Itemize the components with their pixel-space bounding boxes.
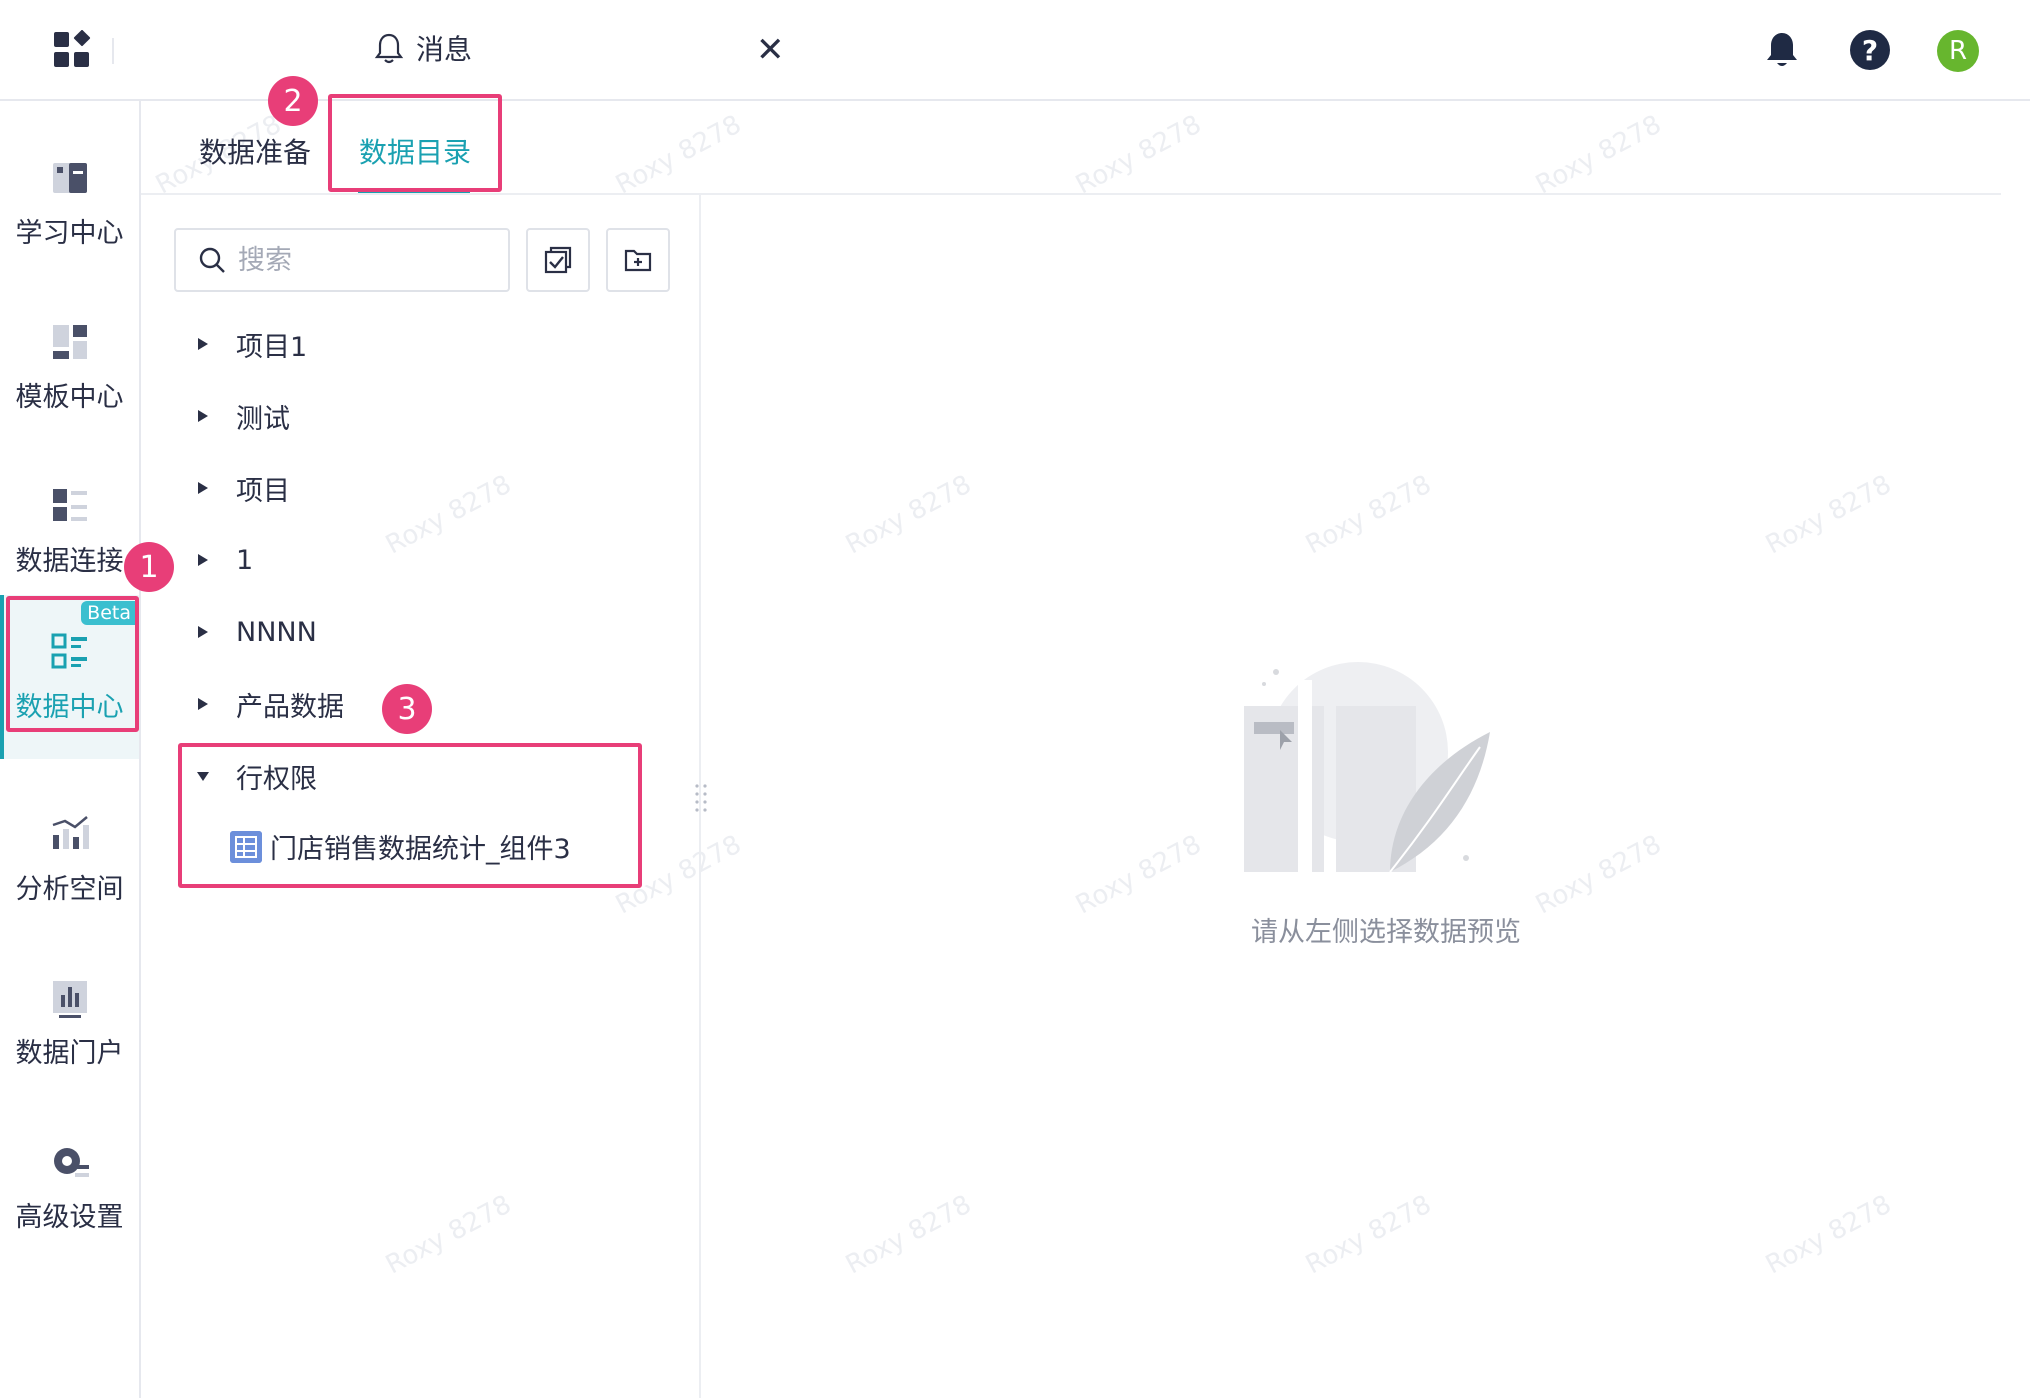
folder-add-icon — [624, 249, 652, 272]
caret-right-icon[interactable] — [196, 408, 210, 424]
tree-node-label: 测试 — [236, 403, 290, 435]
highlight-box-data-center — [6, 596, 139, 732]
caret-right-icon[interactable] — [196, 624, 210, 640]
sidebar-item-advanced-settings[interactable]: 高级设置 — [0, 1105, 139, 1269]
batch-select-button[interactable] — [526, 228, 590, 292]
bell-outline-icon — [374, 33, 404, 64]
tree-node-label: 产品数据 — [236, 691, 344, 723]
notification-bell-icon[interactable] — [1764, 30, 1800, 70]
tree-node-label: 1 — [236, 544, 254, 576]
search-icon — [199, 247, 225, 273]
sidebar-item-learning-center[interactable]: 学习中心 — [0, 121, 139, 285]
tab-data-preparation[interactable]: 数据准备 — [199, 131, 311, 171]
tree-node-label: 项目1 — [236, 331, 308, 363]
step-badge-3: 3 — [382, 684, 432, 734]
sidebar-item-label: 分析空间 — [15, 873, 124, 905]
tree-node[interactable]: 测试 — [196, 396, 290, 436]
empty-state-illustration-icon — [1244, 662, 1490, 873]
sidebar-item-template-center[interactable]: 模板中心 — [0, 285, 139, 449]
bar-chart-icon — [52, 980, 87, 1018]
sidebar-item-label: 学习中心 — [15, 217, 124, 249]
caret-right-icon[interactable] — [196, 552, 210, 568]
analysis-icon — [52, 815, 89, 849]
tree-node-label: 项目 — [236, 475, 290, 507]
book-icon — [52, 162, 87, 193]
user-avatar[interactable]: R — [1937, 30, 1979, 72]
sidebar-item-data-connection[interactable]: 数据连接 — [0, 449, 139, 613]
settings-icon — [53, 1147, 89, 1177]
sidebar: 学习中心 模板中心 数据连接 Beta 数据中心 分析空间 数据门户 高级设置 — [0, 101, 141, 1398]
step-badge-1: 1 — [124, 542, 174, 592]
highlight-box-data-catalog-tab — [328, 94, 502, 192]
help-icon[interactable]: ? — [1850, 30, 1890, 70]
tree-node[interactable]: 1 — [196, 540, 253, 580]
caret-right-icon[interactable] — [196, 336, 210, 352]
tree-node[interactable]: 产品数据 — [196, 684, 344, 724]
search-box — [174, 228, 510, 292]
sidebar-item-label: 高级设置 — [15, 1201, 124, 1233]
tree-node[interactable]: NNNN — [196, 612, 317, 652]
sidebar-item-data-portal[interactable]: 数据门户 — [0, 941, 139, 1105]
caret-right-icon[interactable] — [196, 696, 210, 712]
search-input[interactable] — [238, 244, 478, 276]
sidebar-item-label: 数据门户 — [15, 1037, 124, 1069]
tree-node[interactable]: 项目1 — [196, 324, 307, 364]
tree-node-label: NNNN — [236, 616, 317, 648]
messages-tab-label: 消息 — [416, 33, 473, 66]
checkbox-multi-icon — [544, 246, 572, 274]
sidebar-item-label: 模板中心 — [15, 381, 124, 413]
messages-tab[interactable]: 消息 — [374, 28, 472, 68]
data-connection-icon — [52, 488, 87, 521]
sidebar-item-analysis-space[interactable]: 分析空间 — [0, 777, 139, 941]
apps-grid-icon[interactable] — [52, 30, 92, 70]
sidebar-item-label: 数据连接 — [15, 545, 124, 577]
highlight-box-row-permission — [178, 743, 642, 888]
new-folder-button[interactable] — [606, 228, 670, 292]
tree-node[interactable]: 项目 — [196, 468, 290, 508]
caret-right-icon[interactable] — [196, 480, 210, 496]
template-icon — [52, 324, 87, 359]
step-badge-2: 2 — [268, 76, 318, 126]
empty-state-text: 请从左侧选择数据预览 — [1251, 917, 1521, 948]
close-tab-icon[interactable]: ✕ — [756, 30, 785, 70]
top-divider — [112, 38, 114, 64]
